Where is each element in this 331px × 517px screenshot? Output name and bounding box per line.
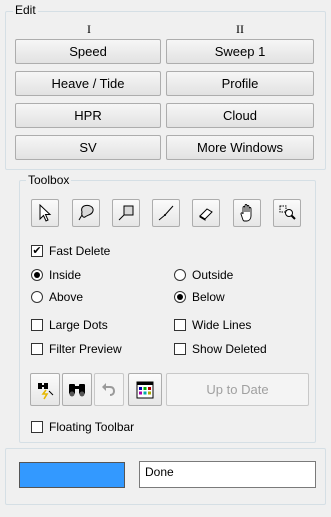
fast-delete-checkbox-box[interactable]: ✔: [31, 245, 43, 257]
outside-radio-circle[interactable]: [174, 269, 186, 281]
up-to-date-button[interactable]: Up to Date: [166, 373, 309, 406]
zoom-tool-button[interactable]: [273, 199, 301, 227]
floating-toolbar-label: Floating Toolbar: [49, 420, 135, 434]
wide-lines-label: Wide Lines: [192, 318, 252, 332]
show-deleted-label: Show Deleted: [192, 342, 267, 356]
outside-label: Outside: [192, 268, 234, 282]
below-radio[interactable]: Below: [174, 290, 225, 304]
lasso-tool-button[interactable]: [72, 199, 100, 227]
wide-lines-checkbox[interactable]: Wide Lines: [174, 318, 251, 332]
filter-search-button[interactable]: [30, 373, 60, 406]
above-radio-circle[interactable]: [31, 291, 43, 303]
line-tool-button[interactable]: [152, 199, 180, 227]
large-dots-checkbox-box[interactable]: [31, 319, 43, 331]
eraser-icon: [199, 208, 213, 221]
large-dots-label: Large Dots: [49, 318, 108, 332]
above-label: Above: [49, 290, 84, 304]
rectangle-tool-button[interactable]: [112, 199, 140, 227]
filter-binoculars-icon: [38, 382, 54, 399]
show-deleted-checkbox-box[interactable]: [174, 343, 186, 355]
edit-group-title: Edit: [13, 3, 38, 17]
binoculars-icon: [69, 383, 85, 396]
arrow-pointer-icon: [39, 204, 52, 222]
outside-radio[interactable]: Outside: [174, 268, 233, 282]
status-text-field: Done: [139, 461, 316, 488]
floating-toolbar-checkbox-box[interactable]: [31, 421, 43, 433]
filter-preview-checkbox-box[interactable]: [31, 343, 43, 355]
below-label: Below: [192, 290, 225, 304]
color-palette-icon: [136, 381, 154, 398]
zoom-select-icon: [279, 205, 296, 220]
sv-button[interactable]: SV: [15, 135, 161, 160]
toolbox-group-title: Toolbox: [26, 173, 72, 187]
inside-radio[interactable]: Inside: [31, 268, 81, 282]
pointer-tool-button[interactable]: [31, 199, 59, 227]
above-radio[interactable]: Above: [31, 290, 83, 304]
filter-preview-label: Filter Preview: [49, 342, 122, 356]
palette-button[interactable]: [128, 373, 162, 406]
below-radio-circle[interactable]: [174, 291, 186, 303]
show-deleted-checkbox[interactable]: Show Deleted: [174, 342, 267, 356]
floating-toolbar-checkbox[interactable]: Floating Toolbar: [31, 420, 134, 434]
undo-icon: [102, 382, 116, 396]
eraser-tool-button[interactable]: [192, 199, 220, 227]
filter-preview-checkbox[interactable]: Filter Preview: [31, 342, 122, 356]
fast-delete-label: Fast Delete: [49, 244, 111, 258]
more-windows-button[interactable]: More Windows: [166, 135, 314, 160]
pan-tool-button[interactable]: [233, 199, 261, 227]
status-text: Done: [145, 465, 174, 479]
hand-pan-icon: [240, 204, 252, 222]
rectangle-select-icon: [118, 205, 134, 221]
line-select-icon: [158, 205, 174, 221]
lasso-select-icon: [78, 204, 94, 221]
undo-button[interactable]: [94, 373, 124, 406]
wide-lines-checkbox-box[interactable]: [174, 319, 186, 331]
search-button[interactable]: [62, 373, 92, 406]
profile-button[interactable]: Profile: [166, 71, 314, 96]
status-color-indicator: [19, 462, 125, 488]
column-header-2: II: [236, 22, 244, 36]
cloud-button[interactable]: Cloud: [166, 103, 314, 128]
heave-tide-button[interactable]: Heave / Tide: [15, 71, 161, 96]
inside-radio-circle[interactable]: [31, 269, 43, 281]
sweep-button[interactable]: Sweep 1: [166, 39, 314, 64]
column-header-1: I: [87, 22, 91, 36]
fast-delete-checkbox[interactable]: ✔ Fast Delete: [31, 244, 110, 258]
large-dots-checkbox[interactable]: Large Dots: [31, 318, 108, 332]
inside-label: Inside: [49, 268, 82, 282]
speed-button[interactable]: Speed: [15, 39, 161, 64]
hpr-button[interactable]: HPR: [15, 103, 161, 128]
